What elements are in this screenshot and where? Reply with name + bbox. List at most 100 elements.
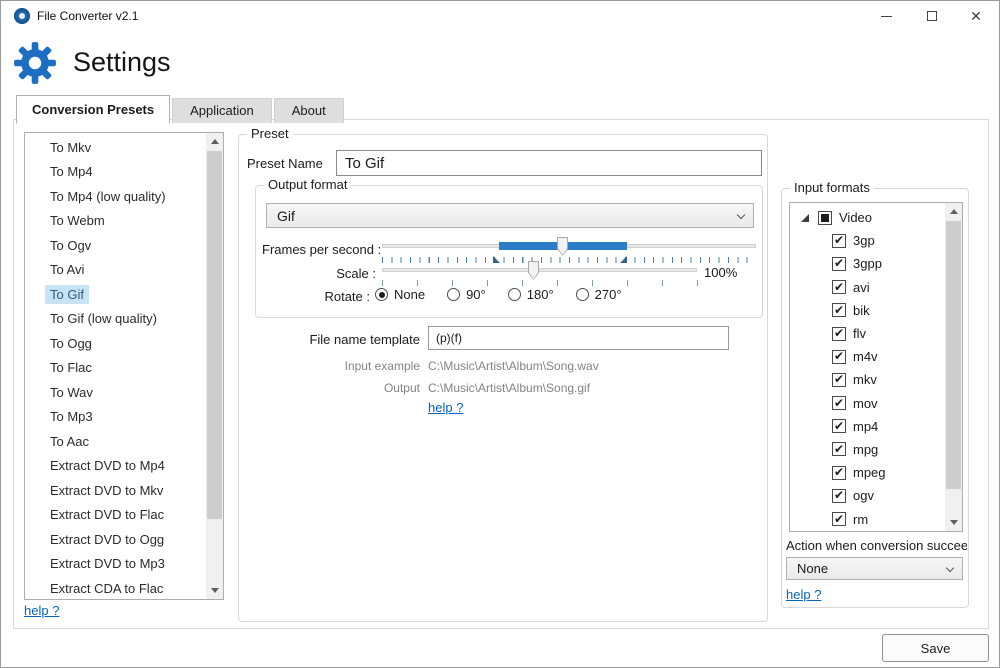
preset-name-label: Preset Name xyxy=(247,156,323,171)
tab-conversion-presets[interactable]: Conversion Presets xyxy=(16,95,170,124)
preset-name-input[interactable] xyxy=(336,150,762,176)
format-checkbox[interactable] xyxy=(832,489,846,503)
list-item-label: To Mp3 xyxy=(45,407,98,426)
close-button[interactable]: ✕ xyxy=(959,1,993,31)
format-checkbox[interactable] xyxy=(832,350,846,364)
tree-item[interactable]: flv xyxy=(790,322,945,345)
tree-item[interactable]: rm xyxy=(790,507,945,530)
list-item[interactable]: To Mkv xyxy=(25,135,206,160)
output-format-value: Gif xyxy=(277,208,295,224)
expander-icon[interactable] xyxy=(801,214,809,222)
input-example-label: Input example xyxy=(259,359,420,373)
output-example-label: Output xyxy=(259,381,420,395)
format-checkbox[interactable] xyxy=(832,466,846,480)
list-item[interactable]: To Ogv xyxy=(25,233,206,258)
scroll-up-icon[interactable] xyxy=(211,139,219,144)
list-item[interactable]: To Mp3 xyxy=(25,405,206,430)
action-on-success-select[interactable]: None xyxy=(786,557,963,580)
list-item-label: To Ogv xyxy=(45,236,96,255)
output-format-select[interactable]: Gif xyxy=(266,203,754,228)
format-label: 3gpp xyxy=(853,256,882,271)
maximize-icon xyxy=(927,11,937,21)
scroll-down-icon[interactable] xyxy=(211,588,219,593)
tree-item[interactable]: mp4 xyxy=(790,415,945,438)
tree-scrollbar[interactable] xyxy=(945,203,962,531)
format-checkbox[interactable] xyxy=(832,327,846,341)
tree-item[interactable]: ogv xyxy=(790,484,945,507)
rotate-radio-option[interactable]: None xyxy=(375,287,425,302)
list-item[interactable]: To Gif (low quality) xyxy=(25,307,206,332)
list-item-label: To Mp4 (low quality) xyxy=(45,187,171,206)
format-checkbox[interactable] xyxy=(832,257,846,271)
tree-item[interactable]: avi xyxy=(790,276,945,299)
tree-item[interactable]: mpg xyxy=(790,438,945,461)
list-item[interactable]: Extract DVD to Ogg xyxy=(25,527,206,552)
list-item[interactable]: Extract DVD to Mp4 xyxy=(25,454,206,479)
tree-root-label: Video xyxy=(839,210,872,225)
list-item-label: To Gif (low quality) xyxy=(45,309,162,328)
format-checkbox[interactable] xyxy=(832,280,846,294)
list-item[interactable]: To Aac xyxy=(25,429,206,454)
list-item[interactable]: To Flac xyxy=(25,356,206,381)
list-item[interactable]: To Gif xyxy=(25,282,206,307)
file-template-input[interactable] xyxy=(428,326,729,350)
format-checkbox[interactable] xyxy=(832,442,846,456)
rotate-radio-group: None 90° 180° xyxy=(375,287,622,302)
format-label: mkv xyxy=(853,372,877,387)
list-item-label: To Aac xyxy=(45,432,94,451)
template-help-link[interactable]: help ? xyxy=(428,400,463,415)
list-item[interactable]: To Webm xyxy=(25,209,206,234)
scroll-up-icon[interactable] xyxy=(950,209,958,214)
fps-slider[interactable] xyxy=(382,237,756,255)
input-formats-tree[interactable]: Video 3gp 3gpp xyxy=(789,202,963,532)
preset-list-scrollbar[interactable] xyxy=(206,133,223,599)
format-checkbox[interactable] xyxy=(832,512,846,526)
list-item[interactable]: To Avi xyxy=(25,258,206,283)
tree-item[interactable]: bik xyxy=(790,299,945,322)
minimize-button[interactable] xyxy=(869,1,903,31)
list-item[interactable]: To Mp4 (low quality) xyxy=(25,184,206,209)
format-checkbox[interactable] xyxy=(832,419,846,433)
radio-icon xyxy=(576,288,589,301)
list-item[interactable]: Extract DVD to Flac xyxy=(25,503,206,528)
titlebar: File Converter v2.1 ✕ xyxy=(1,1,999,31)
scale-slider[interactable] xyxy=(382,261,697,279)
rotate-radio-option[interactable]: 180° xyxy=(508,287,554,302)
format-checkbox[interactable] xyxy=(832,373,846,387)
format-checkbox[interactable] xyxy=(832,396,846,410)
presets-help-link[interactable]: help ? xyxy=(24,603,59,618)
rotate-radio-option[interactable]: 270° xyxy=(576,287,622,302)
preset-groupbox: Preset Preset Name Output format Gif Fra… xyxy=(238,134,768,622)
tree-item[interactable]: 3gpp xyxy=(790,252,945,275)
tab-application[interactable]: Application xyxy=(172,98,272,123)
rotate-radio-option[interactable]: 90° xyxy=(447,287,486,302)
format-checkbox[interactable] xyxy=(832,234,846,248)
maximize-button[interactable] xyxy=(915,1,949,31)
format-checkbox[interactable] xyxy=(832,303,846,317)
list-item[interactable]: Extract CDA to Flac xyxy=(25,576,206,600)
list-item[interactable]: Extract DVD to Mp3 xyxy=(25,552,206,577)
tree-item[interactable]: m4v xyxy=(790,345,945,368)
preset-rows: To Mkv To Mp4 To Mp4 (low quality) To We… xyxy=(25,135,206,600)
list-item[interactable]: To Wav xyxy=(25,380,206,405)
tree-item[interactable]: mkv xyxy=(790,368,945,391)
save-button[interactable]: Save xyxy=(882,634,989,662)
list-item[interactable]: To Mp4 xyxy=(25,160,206,185)
tree-item[interactable]: 3gp xyxy=(790,229,945,252)
scroll-down-icon[interactable] xyxy=(950,520,958,525)
tree-item[interactable]: mov xyxy=(790,392,945,415)
fps-slider-thumb[interactable] xyxy=(557,237,568,256)
video-checkbox[interactable] xyxy=(818,211,832,225)
input-formats-help-link[interactable]: help ? xyxy=(786,587,821,602)
list-item[interactable]: To Ogg xyxy=(25,331,206,356)
scroll-thumb[interactable] xyxy=(207,151,222,519)
format-label: mp4 xyxy=(853,419,878,434)
tree-item[interactable]: mpeg xyxy=(790,461,945,484)
tab-about[interactable]: About xyxy=(274,98,344,123)
scale-slider-thumb[interactable] xyxy=(528,261,539,280)
scroll-thumb[interactable] xyxy=(946,221,961,489)
preset-listbox[interactable]: To Mkv To Mp4 To Mp4 (low quality) To We… xyxy=(24,132,224,600)
list-item[interactable]: Extract DVD to Mkv xyxy=(25,478,206,503)
action-value: None xyxy=(797,561,828,576)
tree-root-row[interactable]: Video xyxy=(790,206,945,229)
